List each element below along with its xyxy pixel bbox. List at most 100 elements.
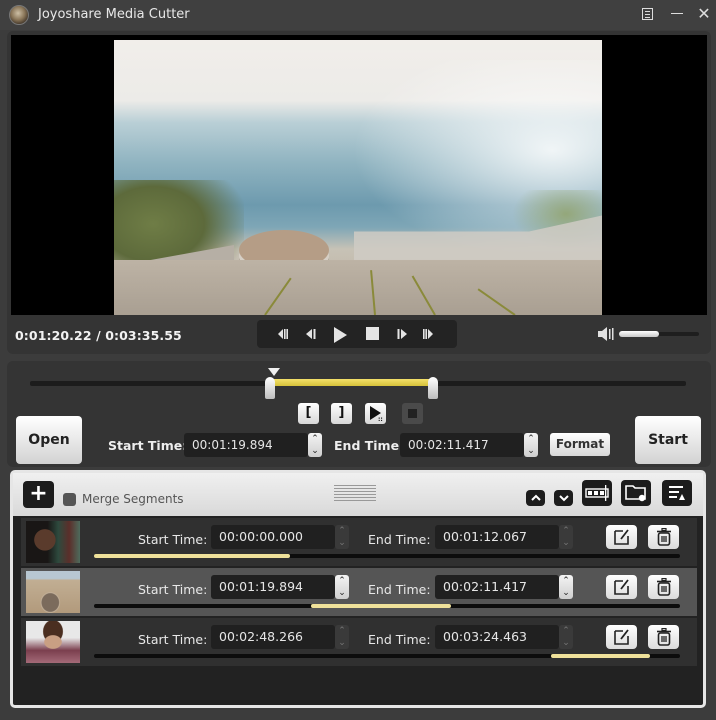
skip-back-button[interactable] [269, 324, 291, 344]
trim-timeline[interactable] [30, 368, 686, 399]
segment-end-spinner[interactable]: ⌃ ⌄ [559, 525, 573, 549]
video-frame [114, 40, 602, 315]
trash-icon [656, 528, 671, 546]
edit-icon [613, 629, 629, 645]
start-handle[interactable] [265, 377, 276, 399]
chevron-up-icon[interactable]: ⌃ [559, 575, 573, 587]
format-button[interactable]: Format [550, 433, 610, 456]
open-button[interactable]: Open [16, 416, 82, 464]
app-logo-icon [9, 5, 29, 25]
segment-start-spinner[interactable]: ⌃ ⌄ [335, 625, 349, 649]
segment-start-input[interactable]: 00:00:00.000 [211, 525, 335, 549]
preview-segment-button[interactable]: :: [365, 403, 386, 424]
chevron-up-icon[interactable]: ⌃ [524, 433, 538, 445]
step-forward-button[interactable] [392, 324, 414, 344]
skip-forward-button[interactable] [420, 324, 442, 344]
segment-end-spinner[interactable]: ⌃ ⌄ [559, 575, 573, 599]
close-button[interactable]: ✕ [694, 4, 714, 24]
play-icon [334, 327, 347, 343]
move-up-icon [530, 494, 541, 501]
start-time-input[interactable] [184, 433, 308, 457]
menu-button[interactable] [637, 4, 657, 24]
minimize-icon [671, 13, 683, 14]
segment-timeline [94, 554, 680, 558]
chevron-down-icon[interactable]: ⌄ [335, 637, 349, 649]
chevron-up-icon[interactable]: ⌃ [335, 625, 349, 637]
player-panel: 0:01:20.22 / 0:03:35.55 [7, 31, 711, 354]
drag-grip-icon[interactable] [334, 485, 376, 501]
stop-button[interactable] [361, 324, 383, 344]
volume-level [619, 331, 659, 337]
chevron-down-icon[interactable]: ⌄ [559, 637, 573, 649]
segment-end-spinner[interactable]: ⌃ ⌄ [559, 625, 573, 649]
edit-list-button[interactable] [662, 480, 692, 506]
segment-row[interactable]: Start Time: 00:01:19.894 ⌃ ⌄ End Time: 00… [21, 568, 697, 616]
trash-icon [656, 628, 671, 646]
segment-start-input[interactable]: 00:01:19.894 [211, 575, 335, 599]
stop-preview-button[interactable] [402, 403, 423, 424]
trim-panel: [ ] :: Open Start Time: ⌃⌄ End Time: ⌃⌄ … [7, 361, 711, 467]
playhead-marker[interactable] [268, 368, 281, 376]
set-start-button[interactable]: [ [298, 403, 319, 424]
chevron-down-icon[interactable]: ⌄ [524, 445, 538, 457]
segment-start-spinner[interactable]: ⌃ ⌄ [335, 525, 349, 549]
edit-icon [613, 529, 629, 545]
close-icon: ✕ [697, 4, 711, 23]
chevron-down-icon[interactable]: ⌄ [559, 587, 573, 599]
segment-row[interactable]: Start Time: 00:02:48.266 ⌃ ⌄ End Time: 00… [21, 618, 697, 666]
delete-segment-button[interactable] [648, 625, 679, 649]
segment-row[interactable]: Start Time: 00:00:00.000 ⌃ ⌄ End Time: 00… [21, 518, 697, 566]
segment-end-input[interactable]: 00:01:12.067 [435, 525, 559, 549]
selected-range [273, 379, 430, 386]
step-back-button[interactable] [299, 324, 321, 344]
segment-range [551, 654, 650, 658]
volume-icon[interactable] [598, 327, 616, 341]
end-time-input[interactable] [400, 433, 524, 457]
set-end-button[interactable]: ] [331, 403, 352, 424]
timecode-display: 0:01:20.22 / 0:03:35.55 [15, 328, 182, 343]
merge-segments-checkbox[interactable] [63, 493, 76, 506]
segment-panel: + Merge Segments Start Time: 00:00:00.00… [10, 470, 706, 708]
start-time-spinner[interactable]: ⌃ ⌄ [308, 433, 322, 457]
segment-thumbnail [26, 521, 80, 563]
chevron-up-icon[interactable]: ⌃ [308, 433, 322, 445]
video-preview[interactable] [11, 35, 707, 315]
output-folder-button[interactable] [621, 480, 651, 506]
start-button[interactable]: Start [635, 416, 701, 464]
chevron-up-icon[interactable]: ⌃ [559, 625, 573, 637]
chevron-down-icon[interactable]: ⌄ [335, 537, 349, 549]
segment-timeline [94, 604, 680, 608]
skip-back-icon [278, 329, 288, 339]
chevron-up-icon[interactable]: ⌃ [335, 575, 349, 587]
move-up-button[interactable] [526, 490, 545, 506]
chevron-up-icon[interactable]: ⌃ [335, 525, 349, 537]
chevron-down-icon[interactable]: ⌄ [335, 587, 349, 599]
segment-range [311, 604, 452, 608]
segment-end-label: End Time: [368, 582, 431, 597]
add-segment-button[interactable]: + [23, 481, 54, 508]
chevron-down-icon[interactable]: ⌄ [308, 445, 322, 457]
edit-segment-button[interactable] [606, 575, 637, 599]
segment-end-input[interactable]: 00:02:11.417 [435, 575, 559, 599]
skip-forward-icon [423, 329, 433, 339]
end-time-spinner[interactable]: ⌃ ⌄ [524, 433, 538, 457]
film-strip-button[interactable] [582, 480, 612, 506]
move-down-button[interactable] [554, 490, 573, 506]
segment-start-spinner[interactable]: ⌃ ⌄ [335, 575, 349, 599]
volume-slider[interactable] [619, 331, 699, 337]
delete-segment-button[interactable] [648, 575, 679, 599]
delete-segment-button[interactable] [648, 525, 679, 549]
segment-timeline [94, 654, 680, 658]
chevron-up-icon[interactable]: ⌃ [559, 525, 573, 537]
chevron-down-icon[interactable]: ⌄ [559, 537, 573, 549]
play-button[interactable] [329, 324, 351, 344]
segment-end-input[interactable]: 00:03:24.463 [435, 625, 559, 649]
trash-icon [656, 578, 671, 596]
end-handle[interactable] [427, 377, 438, 399]
segment-start-input[interactable]: 00:02:48.266 [211, 625, 335, 649]
minimize-button[interactable] [667, 4, 687, 24]
edit-segment-button[interactable] [606, 525, 637, 549]
edit-icon [613, 579, 629, 595]
title-bar: Joyoshare Media Cutter ✕ [0, 0, 716, 30]
edit-segment-button[interactable] [606, 625, 637, 649]
